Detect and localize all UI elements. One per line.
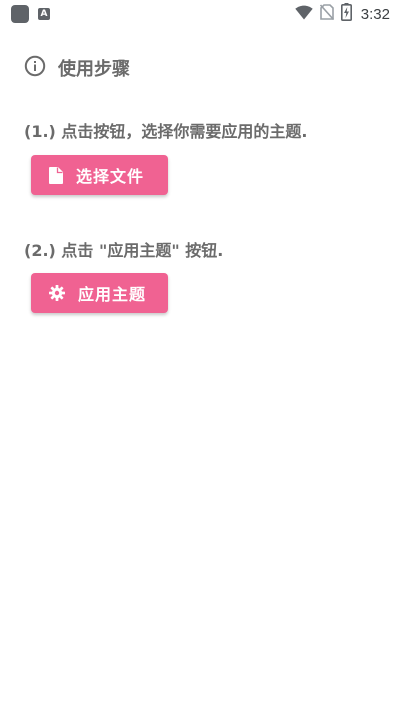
battery-charging-icon — [340, 3, 352, 25]
notification-square-icon — [11, 5, 29, 23]
status-bar-right: 3:32 — [295, 3, 390, 25]
step-2-text: (2.) 点击 "应用主题" 按钮. — [24, 241, 224, 260]
gear-icon — [49, 285, 65, 301]
step-1-text: (1.) 点击按钮，选择你需要应用的主题. — [24, 122, 308, 141]
status-bar: A 3:32 — [0, 0, 400, 28]
select-file-button[interactable]: 选择文件 — [31, 155, 168, 195]
instructions-header: 使用步骤 — [24, 55, 130, 81]
font-a-icon: A — [38, 8, 50, 20]
info-icon — [24, 55, 46, 81]
apply-theme-button[interactable]: 应用主题 — [31, 273, 168, 313]
select-file-button-label: 选择文件 — [76, 167, 145, 186]
wifi-icon — [295, 5, 313, 24]
no-sim-icon — [319, 4, 334, 24]
status-bar-left: A — [11, 5, 50, 23]
app-screen: A 3:32 使用步骤 (1.) 点击按钮，选择你需要应用的主题. 选择文件 (… — [0, 0, 400, 711]
status-time: 3:32 — [360, 5, 390, 23]
apply-theme-button-label: 应用主题 — [78, 285, 147, 304]
file-icon — [49, 166, 63, 184]
instructions-title: 使用步骤 — [58, 59, 130, 80]
